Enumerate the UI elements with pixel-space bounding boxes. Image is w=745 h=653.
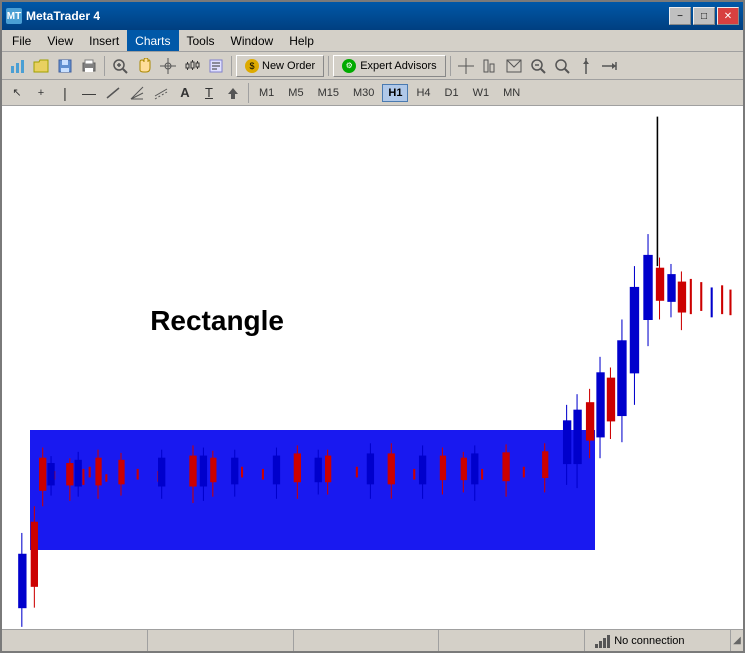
history-btn[interactable]: [479, 55, 501, 77]
new-order-button[interactable]: $ New Order: [236, 55, 324, 77]
menu-bar: File View Insert Charts Tools Window Hel…: [2, 30, 743, 52]
timeframe-m5[interactable]: M5: [282, 84, 309, 102]
timeframe-d1[interactable]: D1: [439, 84, 465, 102]
expert-advisors-button[interactable]: ⚙ Expert Advisors: [333, 55, 445, 77]
autoscroll-btn[interactable]: [599, 55, 621, 77]
menu-help[interactable]: Help: [281, 30, 322, 51]
connection-status-area: No connection: [589, 634, 690, 648]
zoom-out-btn[interactable]: [551, 55, 573, 77]
status-segment-4: [439, 630, 585, 651]
chart-area: Rectangle: [2, 106, 743, 629]
new-chart-btn[interactable]: [6, 55, 28, 77]
accounts-btn[interactable]: [455, 55, 477, 77]
close-button[interactable]: ✕: [717, 7, 739, 25]
separator-2: [231, 56, 232, 76]
main-window: MT MetaTrader 4 − □ ✕ File View Insert C…: [0, 0, 745, 653]
toolbar-main: $ New Order ⚙ Expert Advisors: [2, 52, 743, 80]
signal-bars-icon: [595, 634, 610, 648]
title-bar: MT MetaTrader 4 − □ ✕: [2, 2, 743, 30]
app-icon: MT: [6, 8, 22, 24]
separator-3: [328, 56, 329, 76]
horizontal-line-btn[interactable]: —: [78, 83, 100, 103]
chart-container[interactable]: Rectangle: [2, 106, 743, 629]
connection-status-text: No connection: [614, 635, 684, 647]
menu-window[interactable]: Window: [223, 30, 282, 51]
signal-bar-4: [607, 635, 610, 648]
channel-btn[interactable]: [150, 83, 172, 103]
menu-insert[interactable]: Insert: [81, 30, 127, 51]
candlestick-chart: [2, 106, 743, 629]
save-btn[interactable]: [54, 55, 76, 77]
status-segment-1: [2, 630, 148, 651]
label-btn[interactable]: T: [198, 83, 220, 103]
window-controls: − □ ✕: [669, 7, 739, 25]
trend-line-btn[interactable]: [102, 83, 124, 103]
timeframe-w1[interactable]: W1: [467, 84, 496, 102]
text-btn[interactable]: A: [174, 83, 196, 103]
timeframe-m1[interactable]: M1: [253, 84, 280, 102]
timeframe-mn[interactable]: MN: [497, 84, 526, 102]
properties-btn[interactable]: [205, 55, 227, 77]
signal-bar-2: [599, 641, 602, 648]
toolbar-drawing: ↖ + | — A T M1 M5 M15 M30 H1 H4 D1 W1 MN: [2, 80, 743, 106]
folder-btn[interactable]: [30, 55, 52, 77]
status-segment-3: [294, 630, 440, 651]
timeframe-h1[interactable]: H1: [382, 84, 408, 102]
status-segment-5: No connection: [585, 630, 731, 651]
separator-4: [450, 56, 451, 76]
arrow-select-btn[interactable]: ↖: [6, 83, 28, 103]
timeframe-m30[interactable]: M30: [347, 84, 380, 102]
maximize-button[interactable]: □: [693, 7, 715, 25]
new-order-icon: $: [245, 59, 259, 73]
zoom-mag-btn[interactable]: [527, 55, 549, 77]
timeframe-h4[interactable]: H4: [410, 84, 436, 102]
signal-bar-3: [603, 638, 606, 648]
chart-type-btn[interactable]: [181, 55, 203, 77]
status-segment-2: [148, 630, 294, 651]
mail-btn[interactable]: [503, 55, 525, 77]
separator-tf: [248, 83, 249, 103]
resize-handle[interactable]: ◢: [731, 635, 743, 647]
signal-bar-1: [595, 644, 598, 648]
zoom-in-btn[interactable]: [109, 55, 131, 77]
scroll-btn[interactable]: [575, 55, 597, 77]
separator-1: [104, 56, 105, 76]
hand-btn[interactable]: [133, 55, 155, 77]
crosshair-tb-btn[interactable]: [157, 55, 179, 77]
timeframe-m15[interactable]: M15: [312, 84, 345, 102]
menu-view[interactable]: View: [39, 30, 81, 51]
expert-icon: ⚙: [342, 59, 356, 73]
minimize-button[interactable]: −: [669, 7, 691, 25]
crosshair-draw-btn[interactable]: +: [30, 83, 52, 103]
menu-file[interactable]: File: [4, 30, 39, 51]
print-btn[interactable]: [78, 55, 100, 77]
window-title: MetaTrader 4: [26, 9, 669, 23]
arrow-mark-btn[interactable]: [222, 83, 244, 103]
vertical-line-btn[interactable]: |: [54, 83, 76, 103]
gann-fan-btn[interactable]: [126, 83, 148, 103]
status-bar: No connection ◢: [2, 629, 743, 651]
menu-charts[interactable]: Charts: [127, 30, 178, 51]
menu-tools[interactable]: Tools: [179, 30, 223, 51]
